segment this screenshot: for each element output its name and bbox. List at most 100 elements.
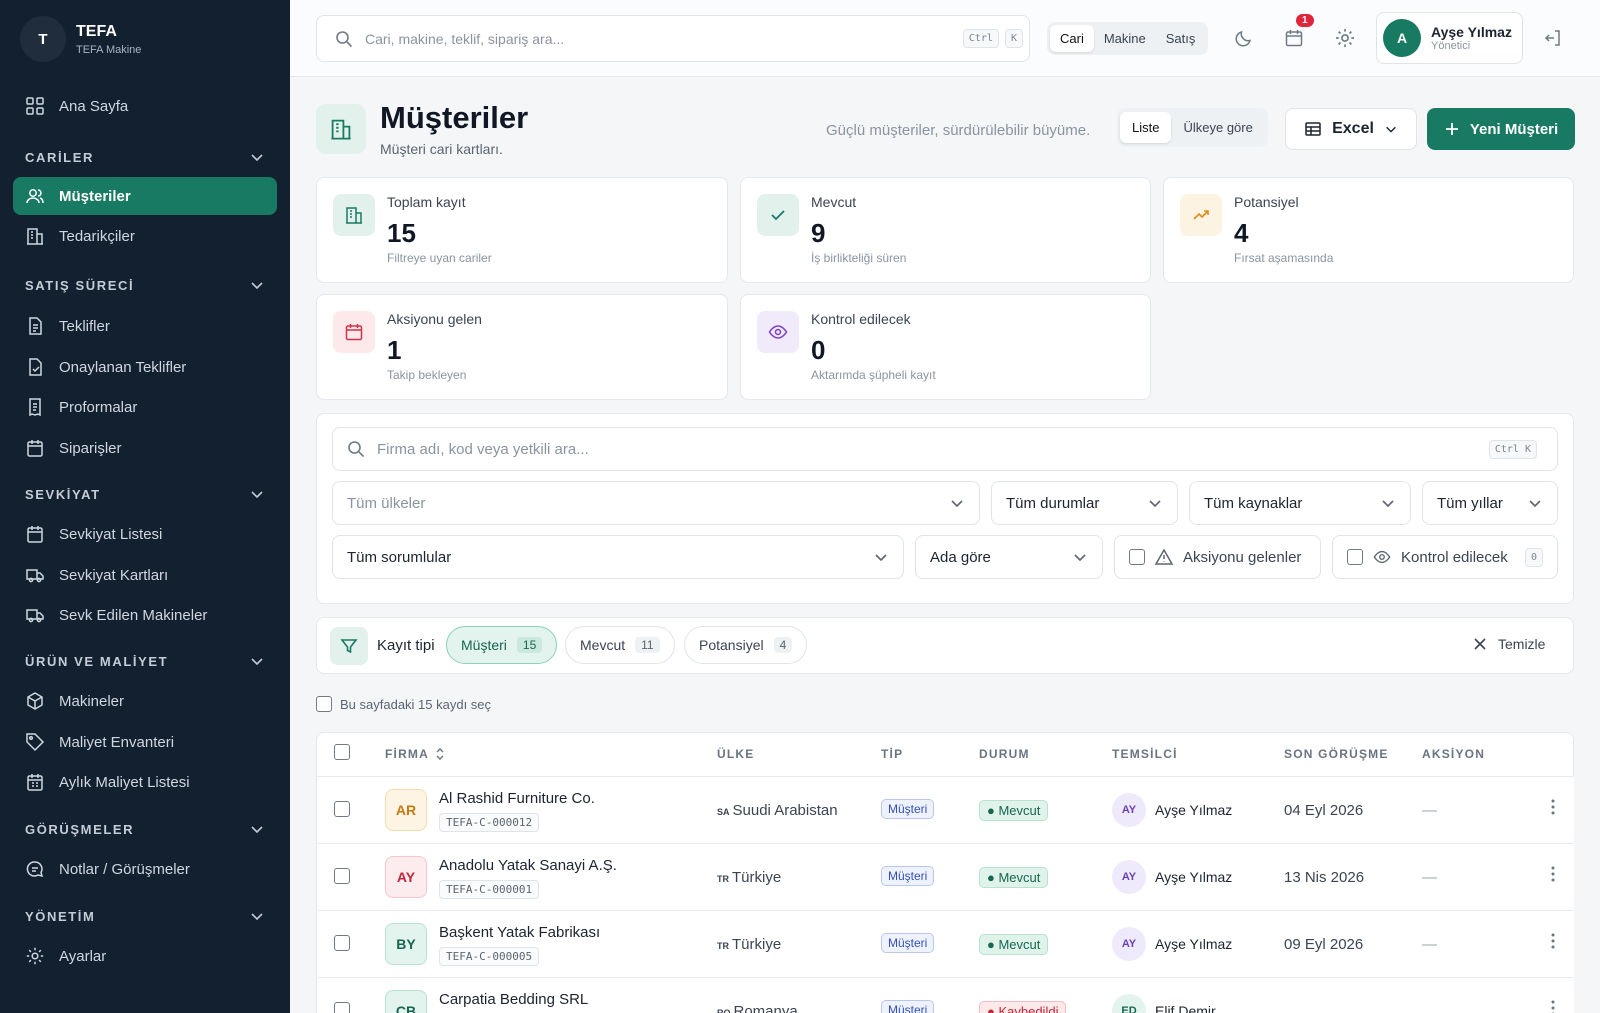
firm-name[interactable]: Anadolu Yatak Sanayi A.Ş. (439, 857, 617, 874)
chip-potansiyel[interactable]: Potansiyel 4 (684, 626, 808, 664)
sidebar-item-aylik-maliyet[interactable]: Aylık Maliyet Listesi (13, 763, 277, 801)
to-check-checkbox[interactable] (1347, 549, 1363, 565)
tab-liste[interactable]: Liste (1120, 112, 1172, 143)
sidebar-item-label: Maliyet Envanteri (59, 733, 175, 751)
firm-avatar: AR (385, 789, 427, 831)
calendar-list-icon (27, 526, 43, 543)
clear-filters-button[interactable]: Temizle (1472, 636, 1545, 652)
more-vertical-icon[interactable] (1545, 864, 1561, 884)
filter-search-input[interactable]: Firma adı, kod veya yetkili ara... (377, 441, 1489, 458)
sidebar-section-sevkiyat[interactable]: SEVKİYAT (25, 486, 265, 502)
tab-satis[interactable]: Satış (1156, 25, 1206, 52)
column-temsilci[interactable]: TEMSİLCİ (1112, 747, 1178, 761)
settings-button[interactable] (1328, 21, 1362, 55)
logout-button[interactable] (1536, 21, 1570, 55)
row-checkbox[interactable] (334, 1002, 350, 1013)
year-select[interactable]: Tüm yıllar (1422, 481, 1558, 525)
stat-label: Toplam kayıt (387, 194, 466, 210)
sidebar-item-teklifler[interactable]: Teklifler (13, 307, 277, 345)
more-vertical-icon[interactable] (1545, 797, 1561, 817)
to-check-count: 0 (1524, 547, 1543, 567)
status-label: Mevcut (998, 870, 1041, 885)
table-row[interactable]: CB Carpatia Bedding SRL RO Romanya Müşter… (317, 977, 1574, 1013)
stat-label: Potansiyel (1234, 194, 1299, 210)
tab-ulkeye-gore[interactable]: Ülkeye göre (1171, 112, 1264, 143)
firm-name[interactable]: Carpatia Bedding SRL (439, 991, 588, 1008)
column-aksiyon[interactable]: AKSİYON (1422, 747, 1485, 761)
select-page-row[interactable]: Bu sayfadaki 15 kaydı seç (316, 696, 491, 712)
table-row[interactable]: AY Anadolu Yatak Sanayi A.Ş. TEFA-C-0000… (317, 843, 1574, 910)
select-all-checkbox[interactable] (334, 744, 350, 760)
sidebar-item-sevkiyat-kartlari[interactable]: Sevkiyat Kartları (13, 556, 277, 594)
sidebar-item-musteriler[interactable]: Müşteriler (13, 177, 277, 215)
sidebar-item-maliyet-envanteri[interactable]: Maliyet Envanteri (13, 723, 277, 761)
sidebar-section-cariler[interactable]: CARİLER (25, 149, 265, 165)
sidebar-item-tedarikciler[interactable]: Tedarikçiler (13, 217, 277, 255)
more-vertical-icon[interactable] (1545, 931, 1561, 951)
search-input[interactable]: Cari, makine, teklif, sipariş ara... (365, 31, 963, 47)
search-icon (348, 441, 365, 458)
sidebar-item-sevkiyat-listesi[interactable]: Sevkiyat Listesi (13, 515, 277, 553)
source-select[interactable]: Tüm kaynaklar (1189, 481, 1411, 525)
row-checkbox[interactable] (334, 935, 350, 951)
users-icon (26, 189, 44, 204)
stat-label: Kontrol edilecek (811, 311, 911, 327)
chip-mevcut[interactable]: Mevcut 11 (565, 626, 675, 664)
sidebar-section-satis[interactable]: SATIŞ SÜRECİ (25, 277, 265, 293)
sidebar-item-home[interactable]: Ana Sayfa (13, 87, 277, 125)
more-vertical-icon[interactable] (1545, 998, 1561, 1013)
record-type-label: Kayıt tipi (377, 637, 435, 654)
column-son-gorusme[interactable]: SON GÖRÜŞME (1284, 747, 1389, 761)
chip-musteri[interactable]: Müşteri 15 (446, 626, 558, 664)
tab-cari[interactable]: Cari (1050, 25, 1094, 52)
action-due-toggle[interactable]: Aksiyonu gelenler (1114, 535, 1321, 579)
country-select[interactable]: Tüm ülkeler (332, 481, 980, 525)
action-due-checkbox[interactable] (1129, 549, 1145, 565)
section-title: CARİLER (25, 149, 94, 165)
table-row[interactable]: AR Al Rashid Furniture Co. TEFA-C-000012… (317, 776, 1574, 843)
to-check-toggle[interactable]: Kontrol edilecek 0 (1332, 535, 1558, 579)
action-cell: — (1422, 936, 1437, 953)
stat-value: 0 (811, 335, 826, 365)
excel-button[interactable]: Excel (1285, 108, 1417, 150)
sidebar-item-siparisler[interactable]: Siparişler (13, 429, 277, 467)
sort-select[interactable]: Ada göre (915, 535, 1103, 579)
select-page-checkbox[interactable] (316, 696, 332, 712)
table-row[interactable]: BY Başkent Yatak Fabrikası TEFA-C-000005… (317, 910, 1574, 977)
sidebar-section-yonetim[interactable]: YÖNETİM (25, 908, 265, 924)
sidebar-item-label: Makineler (59, 692, 125, 710)
chip-count: 4 (773, 637, 793, 653)
column-ulke[interactable]: ÜLKE (717, 747, 754, 761)
sidebar-item-ayarlar[interactable]: Ayarlar (13, 937, 277, 975)
sidebar-item-label: Siparişler (59, 439, 122, 457)
filter-search[interactable]: Firma adı, kod veya yetkili ara... Ctrl … (332, 427, 1558, 471)
global-search[interactable]: Cari, makine, teklif, sipariş ara... Ctr… (316, 15, 1030, 62)
user-menu[interactable]: A Ayşe Yılmaz Yönetici (1376, 12, 1523, 64)
new-customer-label: Yeni Müşteri (1469, 120, 1559, 138)
sidebar-item-proformalar[interactable]: Proformalar (13, 388, 277, 426)
stat-value: 15 (387, 218, 416, 248)
theme-toggle-button[interactable] (1227, 21, 1261, 55)
sidebar-section-gorusmeler[interactable]: GÖRÜŞMELER (25, 821, 265, 837)
column-firma[interactable]: FİRMA (385, 747, 445, 761)
firm-name[interactable]: Al Rashid Furniture Co. (439, 790, 595, 807)
sidebar-item-onaylanan-teklifler[interactable]: Onaylanan Teklifler (13, 348, 277, 386)
search-scope-tabs: Cari Makine Satış (1047, 22, 1209, 55)
status-select[interactable]: Tüm durumlar (991, 481, 1178, 525)
sidebar-item-makineler[interactable]: Makineler (13, 682, 277, 720)
sidebar-item-notlar[interactable]: Notlar / Görüşmeler (13, 850, 277, 888)
row-checkbox[interactable] (334, 801, 350, 817)
owner-select[interactable]: Tüm sorumlular (332, 535, 904, 579)
sidebar-item-sevk-edilen-makineler[interactable]: Sevk Edilen Makineler (13, 596, 277, 634)
new-customer-button[interactable]: Yeni Müşteri (1427, 108, 1575, 150)
sidebar-section-urun-maliyet[interactable]: ÜRÜN VE MALİYET (25, 653, 265, 669)
firm-name[interactable]: Başkent Yatak Fabrikası (439, 924, 600, 941)
column-durum[interactable]: DURUM (979, 747, 1030, 761)
column-tip[interactable]: TİP (881, 747, 903, 761)
row-checkbox[interactable] (334, 868, 350, 884)
stat-desc: Takip bekleyen (387, 368, 467, 382)
logout-icon (1544, 30, 1560, 46)
stat-desc: İş birlikteliği süren (811, 251, 907, 265)
shortcut-key-ctrl: Ctrl (962, 29, 999, 48)
tab-makine[interactable]: Makine (1094, 25, 1156, 52)
